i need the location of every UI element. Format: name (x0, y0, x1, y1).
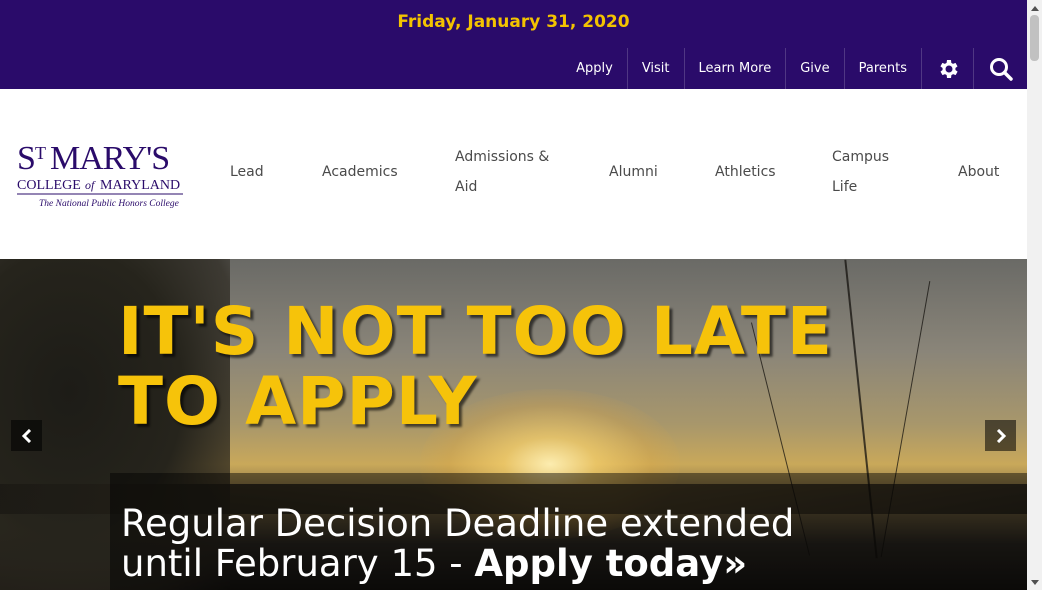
caret-down-icon (1030, 579, 1039, 585)
apply-today-link[interactable]: Apply today» (474, 542, 747, 585)
site-header: S T MARY'S COLLEGE of MARYLAND The Natio… (0, 89, 1027, 259)
current-date: Friday, January 31, 2020 (397, 12, 630, 32)
main-nav: Lead Academics Admissions & Aid Alumni A… (0, 89, 1027, 259)
utility-link-parents[interactable]: Parents (843, 48, 921, 89)
utility-link-learn-more[interactable]: Learn More (683, 48, 786, 89)
nav-item-lead[interactable]: Lead (230, 157, 264, 187)
slider-next-button[interactable] (985, 420, 1016, 451)
search-icon (989, 57, 1013, 81)
settings-button[interactable] (921, 48, 973, 89)
scroll-down-button[interactable] (1027, 575, 1042, 590)
scroll-up-button[interactable] (1027, 0, 1042, 15)
hero-caption: Regular Decision Deadline extended until… (121, 502, 795, 585)
nav-item-about[interactable]: About (958, 157, 999, 187)
chevron-right-icon (996, 428, 1006, 443)
hero-slider: IT'S NOT TOO LATE TO APPLY Regular Decis… (0, 259, 1027, 590)
nav-item-admissions-aid[interactable]: Admissions & Aid (455, 142, 549, 202)
chevron-left-icon (21, 428, 31, 443)
page-scrollbar[interactable] (1027, 0, 1042, 590)
nav-item-campus-life[interactable]: Campus Life (832, 142, 889, 202)
caret-up-icon (1030, 5, 1039, 11)
nav-item-academics[interactable]: Academics (322, 157, 398, 187)
top-utility-bar: Friday, January 31, 2020 Apply Visit Lea… (0, 0, 1027, 89)
hero-headline: IT'S NOT TOO LATE TO APPLY (118, 293, 833, 440)
scrollbar-thumb[interactable] (1030, 15, 1039, 61)
search-button[interactable] (973, 48, 1027, 89)
slider-prev-button[interactable] (11, 420, 42, 451)
nav-item-alumni[interactable]: Alumni (609, 157, 658, 187)
utility-link-visit[interactable]: Visit (626, 48, 684, 89)
nav-item-athletics[interactable]: Athletics (715, 157, 776, 187)
utility-link-give[interactable]: Give (785, 48, 843, 89)
utility-link-apply[interactable]: Apply (562, 48, 627, 89)
utility-nav: Apply Visit Learn More Give Parents (562, 48, 973, 89)
gear-icon (939, 59, 958, 78)
